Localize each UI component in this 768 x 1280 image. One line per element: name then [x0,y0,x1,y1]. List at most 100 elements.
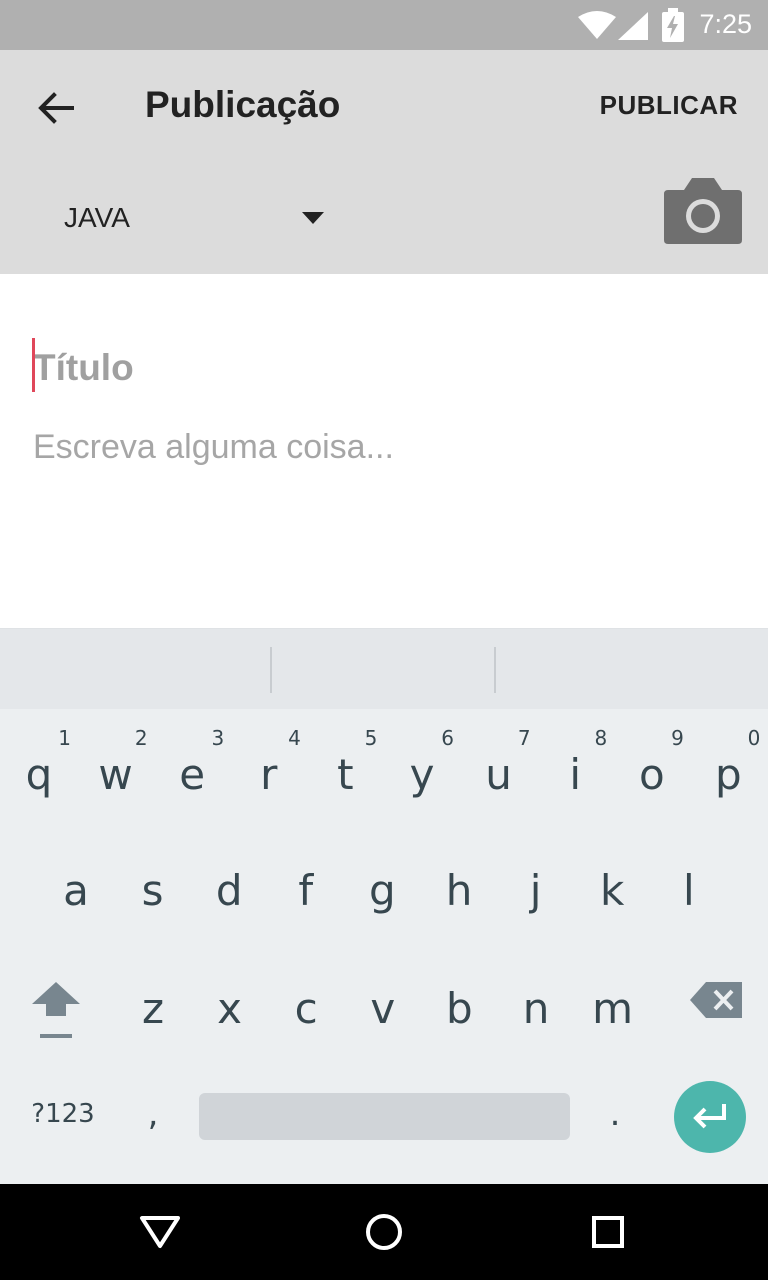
enter-icon [693,1104,726,1129]
key-label: p [715,750,742,799]
app-bar: Publicação PUBLICAR JAVA [0,50,768,274]
wifi-icon [578,11,616,39]
key-hint-label: 9 [671,726,684,750]
key-label: c [294,984,318,1033]
body-input[interactable] [33,428,733,578]
key-hint-label: 5 [364,726,378,750]
shift-key[interactable] [18,968,94,1058]
key-o[interactable]: 9o [614,712,690,822]
page-title: Publicação [145,84,341,125]
key-r[interactable]: 4r [231,712,307,822]
key-y[interactable]: 6y [384,712,460,822]
category-dropdown[interactable]: JAVA [40,180,360,256]
key-label: f [298,866,314,915]
status-bar: 7:25 [0,0,768,50]
key-d[interactable]: d [191,836,267,946]
key-m[interactable]: m [575,954,651,1064]
key-label: h [445,866,473,915]
camera-icon [664,178,742,244]
battery-charging-icon [662,8,684,42]
key-c[interactable]: c [268,954,344,1064]
back-triangle-icon [140,1216,180,1248]
key-label: o [638,750,665,799]
category-selected-value: JAVA [64,202,130,233]
key-label: v [370,984,396,1033]
backspace-key[interactable] [676,970,752,1040]
key-label: g [369,866,396,915]
nav-home-button[interactable] [354,1204,414,1260]
key-hint-label: 0 [747,726,761,750]
key-label: t [337,750,354,799]
camera-button[interactable] [664,176,752,252]
key-i[interactable]: 8i [537,712,613,822]
key-q[interactable]: 1q [1,712,77,822]
comma-key[interactable]: , [128,1084,178,1144]
key-label: m [592,984,634,1033]
key-label: w [98,750,133,799]
key-x[interactable]: x [192,954,268,1064]
title-input[interactable] [33,340,733,396]
suggestion-strip [0,628,768,709]
soft-keyboard: 1q2w3e4r5t6y7u8i9o0pasdfghjklzxcvbnm ?12… [0,628,768,1184]
key-label: u [485,750,512,799]
space-key[interactable] [199,1093,570,1140]
key-j[interactable]: j [498,836,574,946]
key-label: i [569,750,582,799]
key-label: z [141,984,165,1033]
nav-back-button[interactable] [130,1204,190,1260]
navigation-bar [0,1184,768,1280]
recents-square-icon [592,1216,624,1248]
strip-divider [270,647,272,693]
key-hint-label: 8 [594,726,608,750]
key-hint-label: 7 [517,726,531,750]
key-v[interactable]: v [345,954,421,1064]
nav-recents-button[interactable] [578,1204,638,1260]
enter-key[interactable] [674,1081,746,1153]
key-g[interactable]: g [344,836,420,946]
arrow-back-icon [38,92,74,124]
dropdown-arrow-icon [302,212,324,224]
key-f[interactable]: f [268,836,344,946]
key-hint-label: 1 [58,726,71,750]
key-w[interactable]: 2w [78,712,154,822]
key-hint-label: 3 [211,726,225,750]
home-circle-icon [366,1214,402,1250]
shift-icon [32,982,80,1038]
key-n[interactable]: n [498,954,574,1064]
key-t[interactable]: 5t [307,712,383,822]
key-label: r [260,750,278,799]
publish-button[interactable]: PUBLICAR [600,90,738,121]
period-key[interactable]: . [590,1084,640,1154]
key-k[interactable]: k [574,836,650,946]
key-l[interactable]: l [651,836,727,946]
key-label: a [63,866,89,915]
symbols-key[interactable]: ?123 [18,1084,108,1144]
key-p[interactable]: 0p [690,712,766,822]
key-label: e [179,750,206,799]
key-label: l [682,866,695,915]
key-a[interactable]: a [38,836,114,946]
key-label: x [217,984,243,1033]
signal-icon [618,12,648,40]
key-z[interactable]: z [115,954,191,1064]
key-u[interactable]: 7u [461,712,537,822]
key-label: d [215,866,243,915]
text-cursor [32,338,35,392]
key-h[interactable]: h [421,836,497,946]
key-label: j [529,866,542,915]
back-button[interactable] [22,80,90,136]
key-s[interactable]: s [115,836,191,946]
key-b[interactable]: b [421,954,497,1064]
status-time: 7:25 [699,9,752,39]
key-label: n [522,984,550,1033]
key-label: s [141,866,164,915]
key-hint-label: 4 [288,726,301,750]
key-hint-label: 6 [441,726,454,750]
key-label: q [25,750,53,799]
key-label: k [600,866,625,915]
key-hint-label: 2 [134,726,148,750]
backspace-icon [690,982,742,1018]
key-label: b [446,984,473,1033]
key-label: y [409,750,435,799]
key-e[interactable]: 3e [154,712,230,822]
